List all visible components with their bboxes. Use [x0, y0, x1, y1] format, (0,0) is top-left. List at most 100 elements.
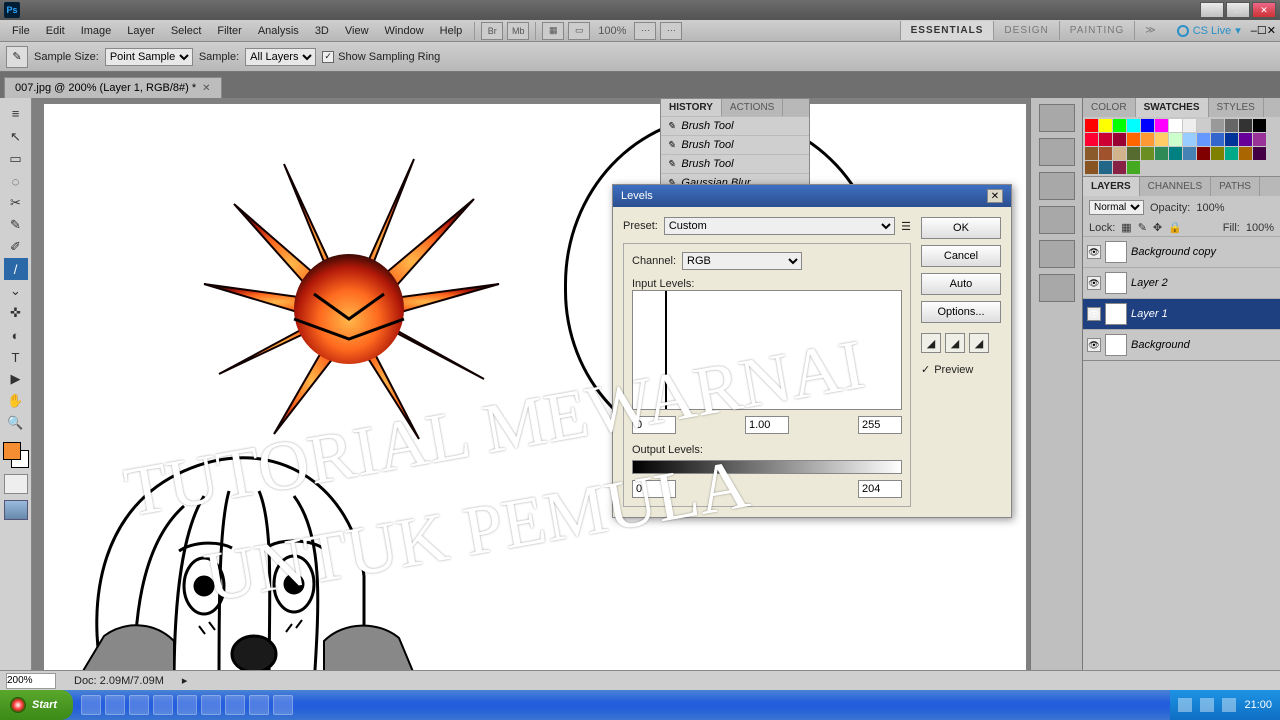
quick-launch-icon[interactable]: [177, 695, 197, 715]
tray-icon[interactable]: [1200, 698, 1214, 712]
swatch[interactable]: [1127, 119, 1140, 132]
cancel-button[interactable]: Cancel: [921, 245, 1001, 267]
tool-button[interactable]: ⌄: [4, 280, 28, 302]
white-point-eyedropper-icon[interactable]: ◢: [969, 333, 989, 353]
lock-all-icon[interactable]: 🔒: [1168, 221, 1182, 234]
lock-position-icon[interactable]: ✥: [1153, 221, 1162, 234]
tool-button[interactable]: ◐: [4, 324, 28, 346]
lock-pixels-icon[interactable]: ✎: [1138, 221, 1147, 234]
gray-point-eyedropper-icon[interactable]: ◢: [945, 333, 965, 353]
swatch[interactable]: [1211, 119, 1224, 132]
screen-mode-button[interactable]: [4, 500, 28, 520]
status-menu-icon[interactable]: ▸: [182, 674, 188, 687]
menu-layer[interactable]: Layer: [119, 22, 163, 40]
visibility-icon[interactable]: 👁: [1087, 276, 1101, 290]
swatch[interactable]: [1239, 147, 1252, 160]
swatch[interactable]: [1211, 147, 1224, 160]
history-panel[interactable]: HISTORY ACTIONS ✎Brush Tool✎Brush Tool✎B…: [660, 98, 810, 193]
current-tool-icon[interactable]: ✎: [6, 46, 28, 68]
swatch[interactable]: [1085, 161, 1098, 174]
black-point-eyedropper-icon[interactable]: ◢: [921, 333, 941, 353]
panel-close-button[interactable]: ✕: [1267, 24, 1276, 37]
dock-icon[interactable]: [1039, 138, 1075, 166]
auto-button[interactable]: Auto: [921, 273, 1001, 295]
dialog-titlebar[interactable]: Levels ✕: [613, 185, 1011, 207]
dock-icon[interactable]: [1039, 240, 1075, 268]
swatch[interactable]: [1085, 147, 1098, 160]
swatch[interactable]: [1127, 133, 1140, 146]
color-swatch-pair[interactable]: [3, 442, 29, 468]
swatch[interactable]: [1099, 133, 1112, 146]
tool-button[interactable]: ✋: [4, 390, 28, 412]
quick-launch-icon[interactable]: [249, 695, 269, 715]
history-item[interactable]: ✎Brush Tool: [661, 135, 809, 154]
layer-row[interactable]: 👁Background copy: [1083, 236, 1280, 267]
input-shadows-field[interactable]: [632, 416, 676, 434]
swatch[interactable]: [1225, 147, 1238, 160]
launch-bridge-icon[interactable]: Br: [481, 22, 503, 40]
output-high-field[interactable]: [858, 480, 902, 498]
menu-edit[interactable]: Edit: [38, 22, 73, 40]
tool-button[interactable]: T: [4, 346, 28, 368]
swatch[interactable]: [1197, 119, 1210, 132]
layer-thumb[interactable]: [1105, 334, 1127, 356]
workspace-essentials[interactable]: ESSENTIALS: [900, 21, 994, 40]
opacity-value[interactable]: 100%: [1196, 202, 1224, 214]
zoom-field[interactable]: [6, 673, 56, 689]
ok-button[interactable]: OK: [921, 217, 1001, 239]
menu-3d[interactable]: 3D: [307, 22, 337, 40]
swatch[interactable]: [1169, 133, 1182, 146]
history-item[interactable]: ✎Brush Tool: [661, 116, 809, 135]
swatch[interactable]: [1127, 147, 1140, 160]
tool-button[interactable]: ✎: [4, 214, 28, 236]
tab-color[interactable]: COLOR: [1083, 98, 1136, 117]
swatch[interactable]: [1141, 147, 1154, 160]
quick-launch-icon[interactable]: [201, 695, 221, 715]
channel-select[interactable]: RGB: [682, 252, 802, 270]
swatch[interactable]: [1085, 119, 1098, 132]
tab-actions[interactable]: ACTIONS: [722, 99, 783, 116]
tool-button[interactable]: ▶: [4, 368, 28, 390]
window-close-button[interactable]: ✕: [1252, 2, 1276, 18]
tool-button[interactable]: ✂: [4, 192, 28, 214]
start-button[interactable]: Start: [0, 690, 73, 720]
workspace-painting[interactable]: PAINTING: [1059, 21, 1134, 40]
tab-channels[interactable]: CHANNELS: [1140, 177, 1211, 196]
quick-launch-icon[interactable]: [105, 695, 125, 715]
quick-launch-icon[interactable]: [153, 695, 173, 715]
quick-launch-icon[interactable]: [273, 695, 293, 715]
swatch[interactable]: [1239, 133, 1252, 146]
swatch[interactable]: [1141, 133, 1154, 146]
layer-row[interactable]: 👁Layer 2: [1083, 267, 1280, 298]
swatch[interactable]: [1113, 119, 1126, 132]
launch-minibridge-icon[interactable]: Mb: [507, 22, 529, 40]
quick-launch-icon[interactable]: [225, 695, 245, 715]
input-highlights-field[interactable]: [858, 416, 902, 434]
layer-thumb[interactable]: [1105, 272, 1127, 294]
extra-option-icon[interactable]: ⋯: [634, 22, 656, 40]
options-button[interactable]: Options...: [921, 301, 1001, 323]
menu-filter[interactable]: Filter: [209, 22, 249, 40]
swatch[interactable]: [1169, 119, 1182, 132]
swatch[interactable]: [1113, 161, 1126, 174]
tool-button[interactable]: ↖: [4, 126, 28, 148]
layer-row[interactable]: 👁Background: [1083, 329, 1280, 360]
swatch[interactable]: [1099, 161, 1112, 174]
swatch[interactable]: [1183, 119, 1196, 132]
swatch[interactable]: [1183, 147, 1196, 160]
swatch[interactable]: [1225, 133, 1238, 146]
input-midtones-field[interactable]: [745, 416, 789, 434]
swatch[interactable]: [1197, 133, 1210, 146]
tool-button[interactable]: 🔍: [4, 412, 28, 434]
arrange-documents-icon[interactable]: ▦: [542, 22, 564, 40]
fill-value[interactable]: 100%: [1246, 222, 1274, 234]
quick-mask-button[interactable]: [4, 474, 28, 494]
menu-select[interactable]: Select: [163, 22, 210, 40]
swatch[interactable]: [1127, 161, 1140, 174]
levels-dialog[interactable]: Levels ✕ Preset: Custom ☰ Channel: RGB I…: [612, 184, 1012, 518]
menu-file[interactable]: File: [4, 22, 38, 40]
swatch[interactable]: [1253, 133, 1266, 146]
dock-icon[interactable]: [1039, 206, 1075, 234]
history-item[interactable]: ✎Brush Tool: [661, 154, 809, 173]
lock-transparency-icon[interactable]: ▦: [1121, 221, 1131, 234]
